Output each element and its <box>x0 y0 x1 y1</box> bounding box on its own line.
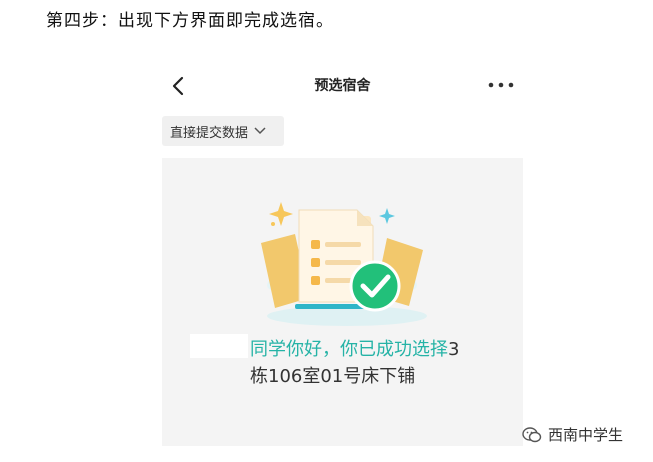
success-message-highlight: 同学你好，你已成功选择 <box>250 339 448 360</box>
chevron-down-icon <box>254 127 266 135</box>
ellipsis-icon[interactable] <box>487 78 515 92</box>
mode-selector[interactable]: 直接提交数据 <box>162 116 284 146</box>
nav-bar: 预选宿舍 <box>160 66 525 106</box>
success-illustration <box>261 202 427 326</box>
mode-selector-label: 直接提交数据 <box>170 125 249 141</box>
result-card: 同学你好，你已成功选择3 栋106室01号床下铺 <box>162 158 523 446</box>
success-message: 同学你好，你已成功选择3 栋106室01号床下铺 <box>250 336 510 390</box>
watermark: 西南中学生 <box>522 424 623 445</box>
step-instruction: 第四步：出现下方界面即完成选宿。 <box>46 11 334 31</box>
success-message-room: 栋106室01号床下铺 <box>250 366 416 387</box>
phone-screenshot: 预选宿舍 直接提交数据 同学你好，你已成功选择3 栋106室01号床下铺 <box>160 66 525 446</box>
success-message-building: 3 <box>448 339 460 360</box>
redacted-name-mask <box>190 334 248 358</box>
wechat-official-account-icon <box>522 426 542 442</box>
page-title: 预选宿舍 <box>314 78 371 94</box>
watermark-label: 西南中学生 <box>548 426 624 444</box>
